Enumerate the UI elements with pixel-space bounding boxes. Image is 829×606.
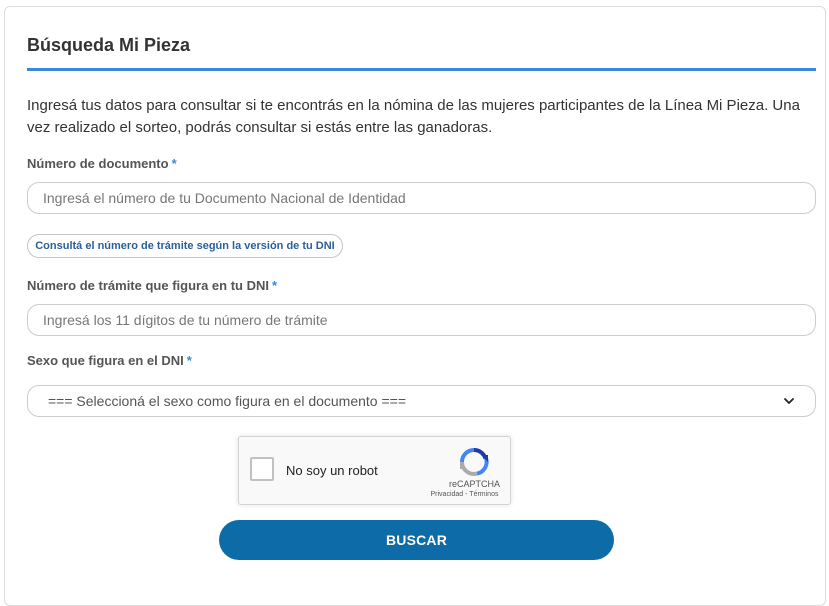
tramite-input[interactable]: [27, 304, 816, 336]
required-mark: *: [186, 353, 192, 368]
sexo-selected-value: === Seleccioná el sexo como figura en el…: [48, 393, 407, 409]
intro-text: Ingresá tus datos para consultar si te e…: [27, 97, 800, 136]
recaptcha-logo-icon: [460, 447, 489, 476]
sexo-label: Sexo que figura en el DNI *: [27, 353, 192, 368]
recaptcha-checkbox[interactable]: [250, 457, 274, 481]
recaptcha-widget: No soy un robot reCAPTCHA Privacidad - T…: [238, 436, 511, 505]
documento-input[interactable]: [27, 182, 816, 214]
search-button[interactable]: BUSCAR: [219, 520, 614, 560]
sexo-select[interactable]: === Seleccioná el sexo como figura en el…: [27, 385, 816, 417]
required-mark: *: [171, 156, 177, 171]
tramite-help-link[interactable]: Consultá el número de trámite según la v…: [27, 234, 343, 258]
recaptcha-privacy-link[interactable]: Privacidad: [431, 491, 464, 498]
search-form-card: Búsqueda Mi Pieza Ingresá tus datos para…: [4, 6, 826, 606]
recaptcha-links: Privacidad - Términos: [419, 491, 510, 498]
required-mark: *: [271, 278, 278, 293]
recaptcha-label: No soy un robot: [286, 463, 378, 478]
page-title: Búsqueda Mi Pieza: [27, 35, 191, 55]
recaptcha-terms-link[interactable]: Términos: [469, 491, 498, 498]
documento-label: Número de documento *: [27, 156, 177, 171]
tramite-label: Número de trámite que figura en tu DNI *: [27, 278, 277, 293]
documento-label-text: Número de documento: [27, 156, 169, 171]
title-divider: [27, 68, 816, 71]
recaptcha-brand: reCAPTCHA: [448, 479, 500, 489]
chevron-down-icon: [784, 398, 794, 404]
tramite-label-text: Número de trámite que figura en tu DNI: [27, 278, 269, 293]
sexo-label-text: Sexo que figura en el DNI: [27, 353, 184, 368]
